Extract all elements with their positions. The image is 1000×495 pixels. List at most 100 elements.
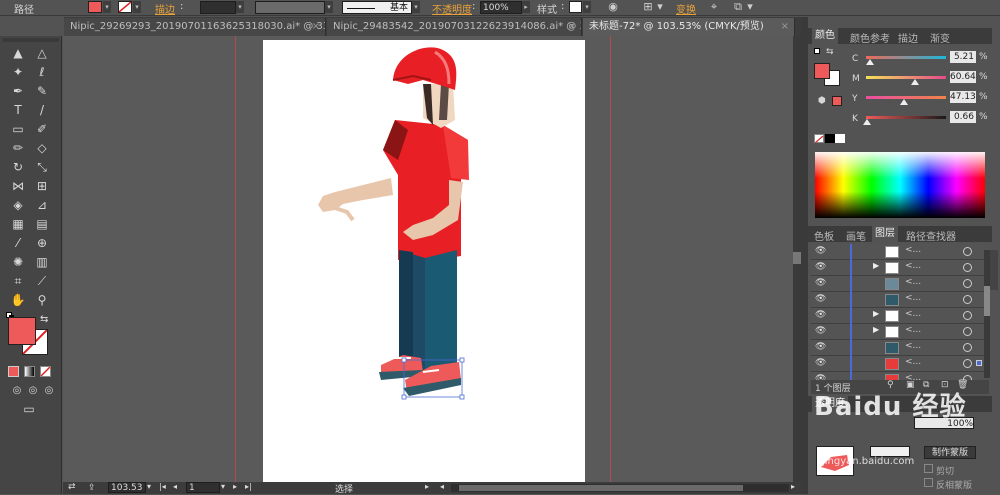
layer-name[interactable]: <... [905, 293, 921, 303]
black-swatch[interactable] [825, 134, 835, 143]
scroll-right-arrow[interactable]: ▸ [791, 482, 795, 491]
next-page-icon[interactable]: ▸ [233, 482, 237, 491]
free-transform-tool-icon[interactable]: ⊞ [33, 177, 51, 195]
panel-dock-divider[interactable] [801, 17, 808, 494]
layer-name[interactable]: <... [905, 341, 921, 351]
brush-definition[interactable]: 基本 [342, 1, 412, 14]
tab-swatches[interactable]: 色板 [814, 228, 834, 243]
document-canvas[interactable] [63, 36, 801, 482]
rotate-tool-icon[interactable]: ↻ [9, 158, 27, 176]
visibility-eye-icon[interactable]: 👁 [815, 294, 826, 304]
profile-dropdown[interactable]: ▾ [325, 1, 333, 13]
panel-collapse-strip[interactable] [990, 250, 998, 290]
scroll-thumb[interactable] [793, 252, 801, 264]
visibility-eye-icon[interactable]: 👁 [815, 358, 826, 368]
align-dropdown-arrow[interactable]: ▾ [656, 0, 664, 14]
slider-thumb[interactable] [866, 59, 874, 65]
fill-color-box[interactable] [8, 317, 36, 345]
recolor-artwork-icon[interactable]: ◉ [605, 0, 621, 14]
opacity-dropdown[interactable]: ▸ [522, 1, 530, 13]
perspective-grid-tool-icon[interactable]: ⊿ [33, 196, 51, 214]
target-circle-icon[interactable] [963, 263, 972, 272]
panel-fill-box[interactable] [814, 63, 830, 79]
line-tool-icon[interactable]: / [33, 101, 51, 119]
tab-document-2[interactable]: Nipic_29483542_20190703122623914086.ai* … [327, 18, 582, 36]
tab-color[interactable]: 颜色 [812, 28, 838, 44]
eyedropper-tool-icon[interactable]: ⁄ [9, 234, 27, 252]
pen-tool-icon[interactable]: ✒ [9, 82, 27, 100]
layer-row[interactable]: 👁 ▶ <... [811, 260, 989, 276]
transform-label[interactable]: 变换 [676, 1, 696, 16]
white-swatch[interactable] [835, 134, 845, 143]
layer-name[interactable]: <... [905, 261, 921, 271]
artboard[interactable] [263, 40, 585, 482]
visibility-eye-icon[interactable]: 👁 [815, 310, 826, 320]
target-circle-icon[interactable] [963, 311, 972, 320]
magic-wand-tool-icon[interactable]: ✦ [9, 63, 27, 81]
page-dropdown-arrow[interactable]: ▾ [221, 482, 225, 491]
shape-builder-tool-icon[interactable]: ◈ [9, 196, 27, 214]
stroke-dropdown-arrow[interactable]: ▾ [133, 1, 141, 13]
tab-document-3[interactable]: 未标题-72* @ 103.53% (CMYK/预览) × [583, 18, 795, 36]
width-tool-icon[interactable]: ⋈ [9, 177, 27, 195]
tab-stroke[interactable]: 描边 [898, 30, 918, 45]
layer-row[interactable]: 👁 <... [811, 356, 989, 372]
prev-page-icon[interactable]: ◂ [173, 482, 177, 491]
tab-brushes[interactable]: 画笔 [846, 228, 866, 243]
visibility-eye-icon[interactable]: 👁 [815, 278, 826, 288]
blend-tool-icon[interactable]: ⊕ [33, 234, 51, 252]
slider-thumb[interactable] [862, 119, 871, 125]
channel-value[interactable]: 47.13 [950, 91, 976, 103]
opacity-field[interactable]: 100% [480, 1, 522, 14]
color-mode-button[interactable] [8, 366, 19, 377]
tab-layers[interactable]: 图层 [872, 226, 898, 242]
expand-arrow-icon[interactable]: ▶ [873, 325, 879, 334]
align-icon[interactable]: ⊞ [640, 0, 656, 14]
gradient-mode-button[interactable] [24, 366, 35, 377]
last-page-icon[interactable]: ▸| [245, 482, 252, 491]
default-colors-icon[interactable] [814, 48, 822, 56]
paintbrush-tool-icon[interactable]: ✐ [33, 120, 51, 138]
layer-row[interactable]: 👁 ▶ <... [811, 308, 989, 324]
export-icon[interactable]: ⇪ [88, 483, 96, 493]
none-mode-button[interactable] [40, 366, 51, 377]
draw-inside-icon[interactable]: ◎ [40, 382, 58, 400]
stroke-swatch[interactable] [118, 1, 132, 13]
target-circle-icon[interactable] [963, 359, 972, 368]
visibility-eye-icon[interactable]: 👁 [815, 246, 826, 256]
curvature-tool-icon[interactable]: ✎ [33, 82, 51, 100]
layer-row[interactable]: 👁 <... [811, 244, 989, 260]
make-mask-button[interactable]: 制作蒙版 [924, 446, 976, 459]
channel-value[interactable]: 5.21 [950, 51, 976, 63]
scale-tool-icon[interactable]: ⤡ [33, 158, 51, 176]
layer-name[interactable]: <... [905, 309, 921, 319]
gamut-swatch[interactable] [832, 96, 842, 106]
gradient-tool-icon[interactable]: ▤ [33, 215, 51, 233]
swap-colors-icon[interactable]: ⇆ [826, 47, 834, 57]
target-circle-icon[interactable] [963, 279, 972, 288]
out-of-gamut-icon[interactable]: ⬢ [818, 96, 826, 106]
arrange-dropdown-arrow[interactable]: ▾ [746, 0, 754, 14]
screen-mode-icon[interactable]: ▭ [20, 400, 38, 418]
eraser-tool-icon[interactable]: ◇ [33, 139, 51, 157]
slider-thumb[interactable] [899, 99, 908, 105]
color-spectrum[interactable] [815, 152, 985, 218]
first-page-icon[interactable]: |◂ [159, 482, 166, 491]
arrange-icon[interactable]: ⧉ [730, 0, 746, 14]
selection-tool-icon[interactable]: ▲ [9, 44, 27, 62]
scroll-thumb[interactable] [459, 485, 743, 491]
layer-name[interactable]: <... [905, 277, 921, 287]
zoom-dropdown-arrow[interactable]: ▾ [147, 482, 151, 491]
visibility-eye-icon[interactable]: 👁 [815, 342, 826, 352]
visibility-eye-icon[interactable]: 👁 [815, 326, 826, 336]
status-menu-arrow[interactable]: ▸ [425, 482, 429, 491]
fill-dropdown-arrow[interactable]: ▾ [103, 1, 111, 13]
slider-thumb[interactable] [910, 79, 919, 85]
swap-colors-icon[interactable]: ⇆ [40, 314, 48, 325]
tab-document-1[interactable]: Nipic_29269293_20190701163625318030.ai* … [64, 18, 326, 36]
horizontal-scrollbar[interactable] [451, 484, 789, 492]
target-circle-icon[interactable] [963, 247, 972, 256]
channel-slider[interactable] [866, 56, 946, 59]
stroke-label[interactable]: 描边 [155, 1, 175, 16]
rectangle-tool-icon[interactable]: ▭ [9, 120, 27, 138]
